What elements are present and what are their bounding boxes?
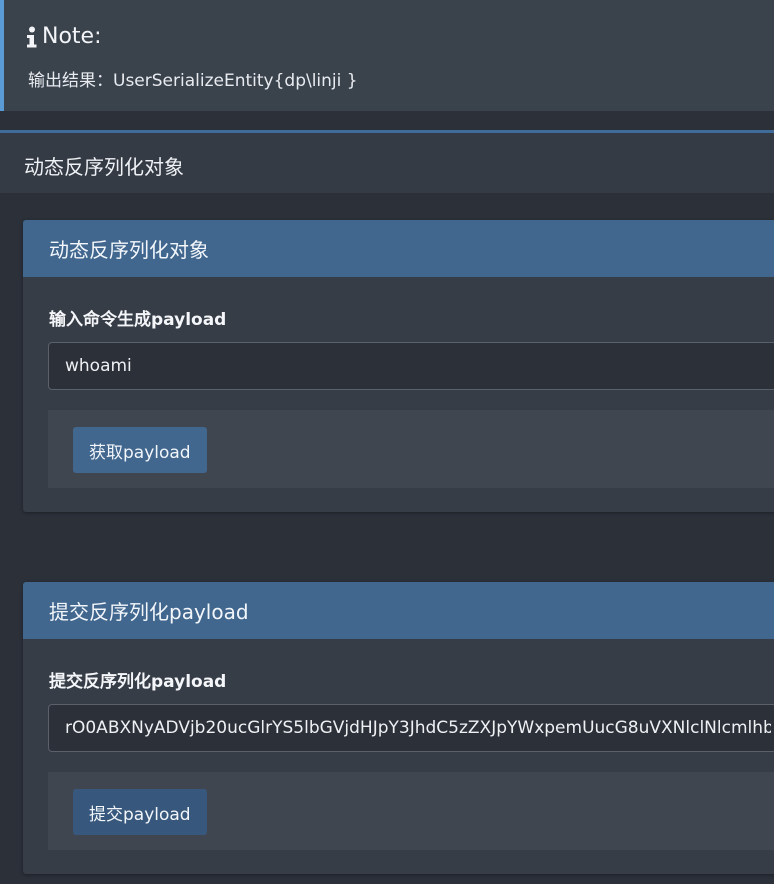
panel-title: 提交反序列化payload: [23, 582, 774, 639]
payload-label: 提交反序列化payload: [49, 672, 227, 692]
submit-payload-panel: 提交反序列化payload 提交反序列化payload 提交payload: [23, 582, 774, 874]
note-box: Note: 输出结果：UserSerializeEntity{dp\linji …: [0, 0, 774, 111]
info-icon: [27, 26, 37, 47]
payload-input[interactable]: [48, 704, 774, 752]
command-label: 输入命令生成payload: [49, 310, 227, 330]
button-well: 提交payload: [48, 772, 774, 850]
generate-payload-panel: 动态反序列化对象 输入命令生成payload 获取payload: [23, 220, 774, 512]
note-text: 输出结果：UserSerializeEntity{dp\linji }: [28, 71, 358, 91]
command-input[interactable]: [48, 342, 774, 390]
submit-payload-button[interactable]: 提交payload: [73, 789, 207, 835]
button-well: 获取payload: [48, 410, 774, 488]
note-title: Note:: [42, 24, 102, 49]
panel-title: 动态反序列化对象: [23, 220, 774, 277]
note-heading: Note:: [26, 24, 102, 49]
section-header: 动态反序列化对象: [0, 130, 774, 193]
get-payload-button[interactable]: 获取payload: [73, 427, 207, 473]
section-title: 动态反序列化对象: [24, 155, 184, 179]
